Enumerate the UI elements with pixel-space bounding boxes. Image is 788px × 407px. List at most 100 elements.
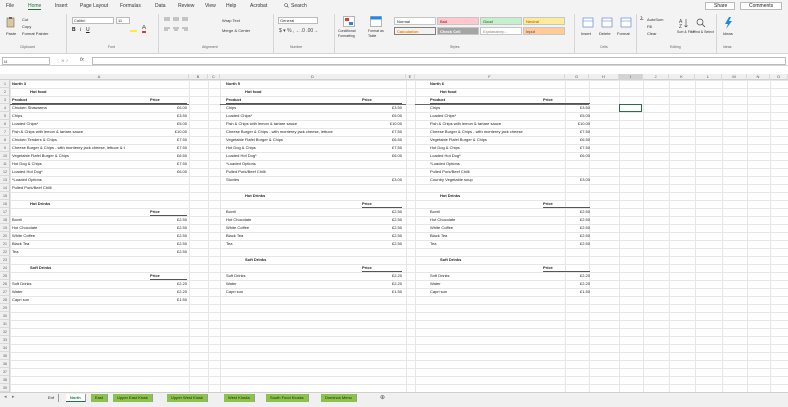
block-title[interactable]: North 3 [12, 80, 92, 88]
item-price[interactable]: £7.50 [150, 160, 187, 168]
item-price[interactable]: £3.50 [362, 104, 402, 112]
row-header[interactable]: 28 [0, 296, 10, 304]
row-header[interactable]: 19 [0, 224, 10, 232]
row-header[interactable]: 10 [0, 152, 10, 160]
item-name[interactable]: Bovril [12, 216, 170, 224]
sort-filter-icon[interactable]: AZ [679, 18, 689, 28]
column-label-price[interactable]: Price [543, 200, 590, 208]
item-price[interactable]: £2.50 [543, 224, 590, 232]
wrap-text-button[interactable]: Wrap Text [222, 18, 240, 23]
autosum-button[interactable]: AutoSum [647, 17, 663, 22]
row-header[interactable]: 39 [0, 384, 10, 392]
row-header[interactable]: 13 [0, 176, 10, 184]
row-header[interactable]: 8 [0, 136, 10, 144]
item-price[interactable]: £6.50 [362, 136, 402, 144]
item-name[interactable]: Capri sun [226, 288, 384, 296]
fx-icon[interactable]: fx [80, 57, 84, 63]
item-price[interactable]: £6.00 [150, 168, 187, 176]
item-name[interactable]: Fish & Chips with lemon & tartare sauce [12, 128, 170, 136]
item-name[interactable]: Chips [226, 104, 384, 112]
item-name[interactable]: Bovril [430, 208, 548, 216]
item-name[interactable]: Loaded Hot Dog* [430, 152, 548, 160]
item-name[interactable]: Cheese Burger & Chips - with monterey ja… [12, 144, 170, 152]
ideas-icon[interactable] [723, 17, 733, 29]
tab-review[interactable]: Review [178, 3, 194, 9]
item-price[interactable]: £7.50 [362, 128, 402, 136]
item-price[interactable]: £2.50 [362, 224, 402, 232]
search-box[interactable]: Search [284, 2, 324, 9]
cut-button[interactable]: Cut [22, 17, 28, 22]
fill-button[interactable]: Fill [647, 24, 652, 29]
item-name[interactable]: Loaded Chips* [226, 112, 384, 120]
item-price[interactable]: £7.50 [362, 144, 402, 152]
item-name[interactable]: *Loaded Options [226, 160, 384, 168]
sheet-tab[interactable]: East [91, 394, 109, 402]
item-name[interactable]: Stovies [226, 176, 384, 184]
item-name[interactable]: Cheese Burger & Chips - with monterey ja… [430, 128, 548, 136]
item-name[interactable]: Loaded Hot Dog* [226, 152, 384, 160]
item-price[interactable]: £3.00 [362, 176, 402, 184]
worksheet-grid[interactable]: North 3 Hot food Product Price Chicken Shawa… [10, 80, 788, 392]
style-good[interactable]: Good [480, 17, 522, 25]
section-header[interactable]: Soft Drinks [30, 264, 150, 272]
row-header[interactable]: 16 [0, 200, 10, 208]
item-price[interactable]: £7.50 [543, 144, 590, 152]
name-box[interactable]: I4 [2, 57, 50, 65]
tab-insert[interactable]: Insert [55, 3, 68, 9]
row-header[interactable]: 15 [0, 192, 10, 200]
item-name[interactable]: Hot Chocolate [430, 216, 548, 224]
item-name[interactable]: White Coffee [12, 232, 170, 240]
format-as-table-button[interactable]: Format as Table [368, 29, 390, 39]
font-size-select[interactable]: 11 [116, 17, 130, 24]
item-name[interactable]: Bovril [226, 208, 384, 216]
column-label-price[interactable]: Price [362, 200, 402, 208]
section-header[interactable]: Hot food [245, 88, 365, 96]
section-header[interactable]: Hot food [30, 88, 150, 96]
item-name[interactable]: Tea [12, 248, 170, 256]
item-price[interactable]: £3.50 [543, 104, 590, 112]
item-price[interactable]: £2.20 [543, 280, 590, 288]
tab-data[interactable]: Data [155, 3, 166, 9]
sheet-tab[interactable]: Upper East Kiosk [113, 394, 153, 402]
item-name[interactable]: Tea [226, 240, 384, 248]
copy-button[interactable]: Copy [22, 24, 31, 29]
item-price[interactable]: £2.50 [543, 208, 590, 216]
row-header[interactable]: 25 [0, 272, 10, 280]
row-header[interactable]: 12 [0, 168, 10, 176]
item-price[interactable]: £2.50 [543, 216, 590, 224]
item-price[interactable]: £2.20 [543, 272, 590, 280]
row-header[interactable]: 9 [0, 144, 10, 152]
row-header[interactable]: 27 [0, 288, 10, 296]
section-header[interactable]: Hot Drinks [30, 200, 150, 208]
item-price[interactable]: £2.50 [150, 216, 187, 224]
paste-icon[interactable] [6, 16, 15, 28]
item-price[interactable]: £6.50 [543, 136, 590, 144]
row-header[interactable]: 35 [0, 352, 10, 360]
column-label-price[interactable]: Price [362, 264, 402, 272]
sheet-tab[interactable]: Dominos Menu [321, 394, 357, 402]
ideas-button[interactable]: Ideas [723, 31, 733, 36]
item-name[interactable]: Pulled Pork/Beef Chilli [226, 168, 384, 176]
item-price[interactable]: £3.00 [543, 176, 590, 184]
item-price[interactable]: £2.50 [362, 232, 402, 240]
item-price[interactable]: £6.00 [543, 152, 590, 160]
sheet-tab[interactable]: South Food Kiosks [266, 394, 309, 402]
item-name[interactable]: Hot Chocolate [12, 224, 170, 232]
item-name[interactable]: Chicken Tenders & Chips [12, 136, 170, 144]
item-name[interactable]: Loaded Hot Dog* [12, 168, 170, 176]
item-name[interactable]: Hot Chocolate [226, 216, 384, 224]
column-label-price[interactable]: Price [150, 96, 187, 104]
paste-button[interactable]: Paste [6, 31, 16, 36]
style-check-cell[interactable]: Check Cell [437, 27, 479, 35]
style-calculation[interactable]: Calculation [394, 27, 436, 35]
italic-button[interactable]: I [80, 27, 81, 33]
row-header[interactable]: 3 [0, 96, 10, 104]
column-label-price[interactable]: Price [543, 264, 590, 272]
item-price[interactable]: £2.50 [543, 240, 590, 248]
row-header[interactable]: 7 [0, 128, 10, 136]
format-as-table-icon[interactable] [370, 16, 382, 27]
item-name[interactable]: Soft Drinks [430, 272, 548, 280]
item-name[interactable]: White Coffee [226, 224, 384, 232]
row-header[interactable]: 20 [0, 232, 10, 240]
insert-cells-button[interactable]: Insert [581, 31, 591, 36]
